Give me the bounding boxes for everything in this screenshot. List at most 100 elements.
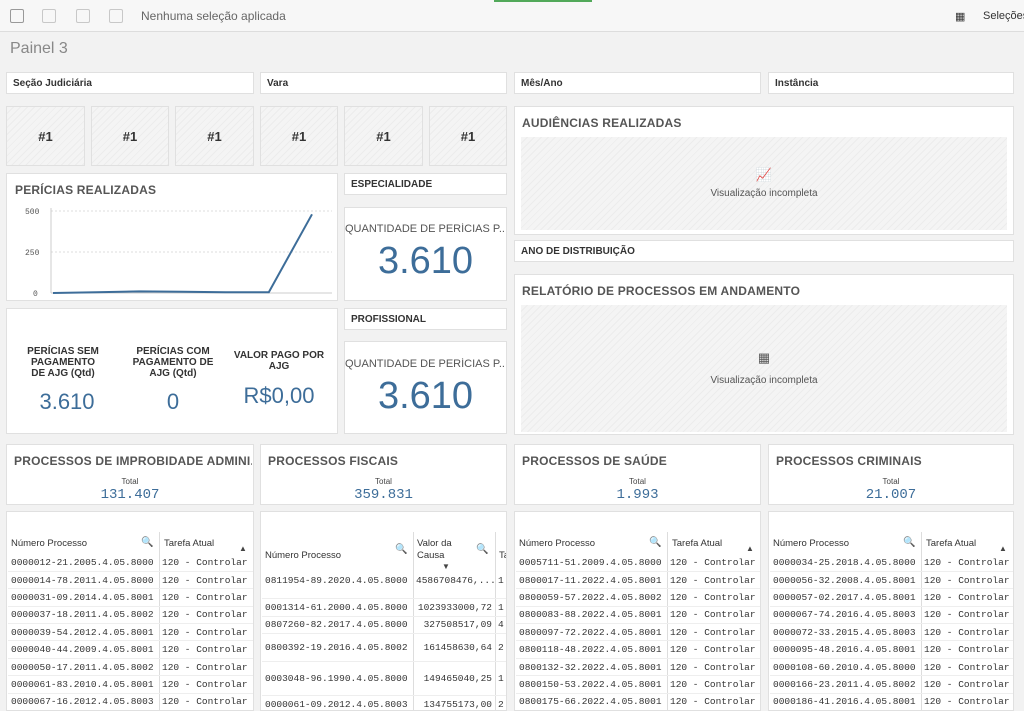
table-cell[interactable]: 120 - Controlar Prazo: [667, 554, 760, 572]
table-cell[interactable]: 327508517,09: [413, 616, 495, 634]
search-icon[interactable]: 🔍: [141, 537, 153, 548]
col-header-valor-causa[interactable]: Valor da Causa: [417, 538, 467, 562]
table-cell[interactable]: 0800017-11.2022.4.05.8001: [516, 571, 667, 590]
filter-ano-distribuicao[interactable]: ANO DE DISTRIBUIÇÃO: [514, 240, 1014, 262]
table-cell[interactable]: 0003048-96.1990.4.05.8000: [262, 661, 413, 696]
table-cell[interactable]: 0807260-82.2017.4.05.8000: [262, 616, 413, 634]
table-cell[interactable]: 0000166-23.2011.4.05.8002: [770, 675, 921, 694]
filter-vara[interactable]: Vara: [260, 72, 507, 94]
table-cell[interactable]: 0800392-19.2016.4.05.8002: [262, 633, 413, 662]
table-row[interactable]: 0000186-41.2016.4.05.8001 120 - Controlar…: [770, 693, 1013, 710]
table-row[interactable]: 0000072-33.2015.4.05.8003 120 - Controlar…: [770, 623, 1013, 642]
table-cell[interactable]: 120 - Controlar Prazo: [159, 588, 253, 607]
table-cell[interactable]: 2: [495, 695, 506, 710]
table-cell[interactable]: 149465040,25: [413, 661, 495, 696]
filter-profissional[interactable]: PROFISSIONAL: [344, 308, 507, 330]
table-cell[interactable]: 0000061-09.2012.4.05.8003: [262, 695, 413, 710]
table-cell[interactable]: 120 - Controlar Prazo: [159, 571, 253, 590]
relatorio-card[interactable]: RELATÓRIO DE PROCESSOS EM ANDAMENTO ▦ Vi…: [514, 274, 1014, 435]
search-icon[interactable]: 🔍: [649, 537, 661, 548]
improbidade-table-card[interactable]: Número Processo 🔍 Tarefa Atual ▲ 0000012…: [6, 511, 254, 711]
table-cell[interactable]: 0000186-41.2016.4.05.8001: [770, 693, 921, 710]
table-row[interactable]: 0000108-60.2010.4.05.8000 120 - Controlar…: [770, 658, 1013, 677]
audiencias-card[interactable]: AUDIÊNCIAS REALIZADAS 📈 Visualização inc…: [514, 106, 1014, 235]
table-cell[interactable]: 0000067-16.2012.4.05.8003: [8, 693, 159, 710]
table-cell[interactable]: 120 - Controlar Prazo: [921, 640, 1013, 659]
summary-kpi-card[interactable]: PERÍCIAS SEM PAGAMENTO DE AJG (Qtd) 3.61…: [6, 308, 338, 434]
table-cell[interactable]: 4586708476,...: [413, 564, 495, 599]
table-row[interactable]: 0000012-21.2005.4.05.8000 120 - Controlar…: [8, 554, 253, 572]
pericias-chart-card[interactable]: PERÍCIAS REALIZADAS 500 250 0: [6, 173, 338, 301]
table-cell[interactable]: 120 - Controlar Prazo: [667, 693, 760, 710]
table-row[interactable]: 0000039-54.2012.4.05.8001 120 - Controlar…: [8, 623, 253, 642]
criminais-table-card[interactable]: Número Processo 🔍 Tarefa Atual ▲ 0000034…: [768, 511, 1014, 711]
table-row[interactable]: 0800132-32.2022.4.05.8001 120 - Controlar…: [516, 658, 760, 677]
table-cell[interactable]: 120 - Controlar Prazo: [921, 623, 1013, 642]
fiscais-table-card[interactable]: Número Processo 🔍 Valor da Causa 🔍 ▼ Ta …: [260, 511, 507, 711]
table-row[interactable]: 0000014-78.2011.4.05.8000 120 - Controlar…: [8, 571, 253, 590]
search-icon[interactable]: 🔍: [395, 544, 407, 555]
table-row[interactable]: 0000067-74.2016.4.05.8003 120 - Controlar…: [770, 606, 1013, 625]
step-forward-icon[interactable]: [76, 9, 90, 23]
table-cell[interactable]: 120 - Controlar Prazo: [159, 693, 253, 710]
table-cell[interactable]: 0000037-18.2011.4.05.8002: [8, 606, 159, 625]
table-cell[interactable]: 120 - Controlar Prazo: [921, 675, 1013, 694]
col-header-tarefa-atual[interactable]: Tarefa Atual: [164, 538, 214, 549]
criminais-total-card[interactable]: PROCESSOS CRIMINAIS Total 21.007: [768, 444, 1014, 505]
col-header-tarefa-truncated[interactable]: Ta: [499, 550, 506, 561]
kpi-tile-1[interactable]: #1: [6, 106, 85, 166]
smart-search-icon[interactable]: [10, 9, 24, 23]
table-cell[interactable]: 0800083-88.2022.4.05.8001: [516, 606, 667, 625]
search-icon[interactable]: 🔍: [476, 544, 488, 555]
table-cell[interactable]: 0000012-21.2005.4.05.8000: [8, 554, 159, 572]
improbidade-total-card[interactable]: PROCESSOS DE IMPROBIDADE ADMINI... Total…: [6, 444, 254, 505]
saude-total-card[interactable]: PROCESSOS DE SAÚDE Total 1.993: [514, 444, 761, 505]
col-header-numero-processo[interactable]: Número Processo: [519, 538, 595, 549]
table-row[interactable]: 0800150-53.2022.4.05.8001 120 - Controlar…: [516, 675, 760, 694]
table-cell[interactable]: 120 - Controlar Prazo: [667, 571, 760, 590]
search-icon[interactable]: 🔍: [903, 537, 915, 548]
kpi-tile-5[interactable]: #1: [344, 106, 423, 166]
table-cell[interactable]: 120 - Controlar Prazo: [921, 658, 1013, 677]
table-cell[interactable]: 0800150-53.2022.4.05.8001: [516, 675, 667, 694]
table-row[interactable]: 0800017-11.2022.4.05.8001 120 - Controlar…: [516, 571, 760, 590]
table-cell[interactable]: 0800059-57.2022.4.05.8002: [516, 588, 667, 607]
table-cell[interactable]: 120 - Controlar Prazo: [667, 606, 760, 625]
table-row[interactable]: 0800083-88.2022.4.05.8001 120 - Controlar…: [516, 606, 760, 625]
table-cell[interactable]: 120 - Controlar Prazo: [159, 554, 253, 572]
kpi-tile-6[interactable]: #1: [429, 106, 507, 166]
table-cell[interactable]: 120 - Controlar Prazo: [159, 675, 253, 694]
table-row[interactable]: 0800392-19.2016.4.05.8002161458630,642 A: [262, 633, 506, 662]
table-row[interactable]: 0000057-02.2017.4.05.8001 120 - Controlar…: [770, 588, 1013, 607]
especialidade-kpi-card[interactable]: QUANTIDADE DE PERÍCIAS P... 3.610: [344, 207, 507, 301]
selections-grid-icon[interactable]: ▦: [955, 10, 965, 23]
table-cell[interactable]: 0811954-89.2020.4.05.8000: [262, 564, 413, 599]
saude-table-card[interactable]: Número Processo 🔍 Tarefa Atual ▲ 0005711…: [514, 511, 761, 711]
table-row[interactable]: 0000166-23.2011.4.05.8002 120 - Controlar…: [770, 675, 1013, 694]
filter-mes-ano[interactable]: Mês/Ano: [514, 72, 761, 94]
col-header-numero-processo[interactable]: Número Processo: [11, 538, 87, 549]
table-cell[interactable]: 0000067-74.2016.4.05.8003: [770, 606, 921, 625]
table-cell[interactable]: 120 - Controlar Prazo: [159, 623, 253, 642]
table-cell[interactable]: 0000050-17.2011.4.05.8002: [8, 658, 159, 677]
table-cell[interactable]: 120 - Controlar Prazo: [667, 588, 760, 607]
table-cell[interactable]: 0000039-54.2012.4.05.8001: [8, 623, 159, 642]
table-cell[interactable]: 1: [495, 598, 506, 617]
table-cell[interactable]: 120 - Controlar Prazo: [667, 623, 760, 642]
table-cell[interactable]: 0000072-33.2015.4.05.8003: [770, 623, 921, 642]
table-row[interactable]: 0000067-16.2012.4.05.8003 120 - Controlar…: [8, 693, 253, 710]
sort-ascending-icon[interactable]: ▲: [999, 544, 1007, 553]
table-cell[interactable]: 161458630,64: [413, 633, 495, 662]
filter-especialidade[interactable]: ESPECIALIDADE: [344, 173, 507, 195]
table-cell[interactable]: 0800097-72.2022.4.05.8001: [516, 623, 667, 642]
table-row[interactable]: 0000056-32.2008.4.05.8001 120 - Controlar…: [770, 571, 1013, 590]
table-row[interactable]: 0000034-25.2018.4.05.8000 120 - Controlar…: [770, 554, 1013, 572]
table-row[interactable]: 0800118-48.2022.4.05.8001 120 - Controlar…: [516, 640, 760, 659]
table-cell[interactable]: 1 D: [495, 661, 506, 696]
table-cell[interactable]: 0005711-51.2009.4.05.8000: [516, 554, 667, 572]
clear-selections-icon[interactable]: [109, 9, 123, 23]
table-cell[interactable]: 0000040-44.2009.4.05.8001: [8, 640, 159, 659]
table-cell[interactable]: 0000056-32.2008.4.05.8001: [770, 571, 921, 590]
table-cell[interactable]: 0000014-78.2011.4.05.8000: [8, 571, 159, 590]
table-row[interactable]: 0005711-51.2009.4.05.8000 120 - Controlar…: [516, 554, 760, 572]
